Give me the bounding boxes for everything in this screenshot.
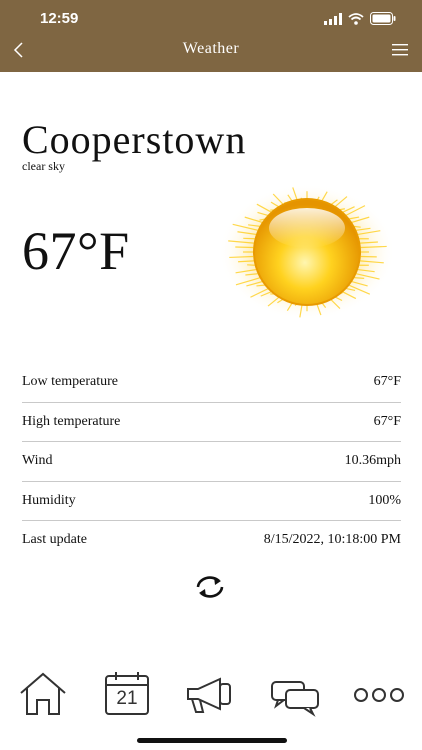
weather-details: Low temperature 67°F High temperature 67… (22, 362, 401, 560)
detail-value: 67°F (373, 413, 401, 429)
detail-row-wind: Wind 10.36mph (22, 441, 401, 481)
city-name: Cooperstown (22, 117, 247, 162)
detail-row-humidity: Humidity 100% (22, 480, 401, 521)
battery-icon (370, 12, 396, 25)
detail-label: Humidity (22, 492, 76, 508)
detail-label: Last update (22, 532, 87, 548)
menu-button[interactable] (390, 42, 410, 58)
chat-icon[interactable] (270, 670, 322, 718)
detail-row-high-temp: High temperature 67°F (22, 401, 401, 442)
status-time: 12:59 (40, 10, 79, 27)
detail-label: High temperature (22, 413, 121, 429)
more-icon[interactable] (352, 670, 406, 718)
detail-value: 8/15/2022, 10:18:00 PM (263, 532, 401, 548)
signal-icon (324, 12, 342, 25)
wifi-icon (348, 12, 364, 25)
sun-icon (219, 184, 395, 320)
megaphone-icon[interactable] (184, 670, 236, 718)
weather-description: clear sky (22, 159, 65, 173)
home-indicator (137, 738, 287, 743)
detail-value: 100% (368, 492, 401, 508)
status-icons (324, 12, 396, 25)
current-temperature: 67°F (22, 221, 130, 281)
detail-label: Low temperature (22, 373, 119, 389)
refresh-button[interactable] (192, 573, 228, 601)
detail-row-low-temp: Low temperature 67°F (22, 362, 401, 402)
home-icon[interactable] (18, 670, 68, 718)
detail-value: 10.36mph (344, 453, 401, 469)
detail-value: 67°F (373, 373, 401, 389)
page-title: Weather (182, 40, 240, 57)
app-header: 12:59 Weather (0, 0, 422, 72)
tab-bar: 21 (0, 670, 422, 720)
detail-row-last-update: Last update 8/15/2022, 10:18:00 PM (22, 520, 401, 560)
calendar-day: 21 (116, 688, 138, 709)
calendar-icon[interactable]: 21 (104, 670, 150, 718)
detail-label: Wind (22, 453, 53, 469)
